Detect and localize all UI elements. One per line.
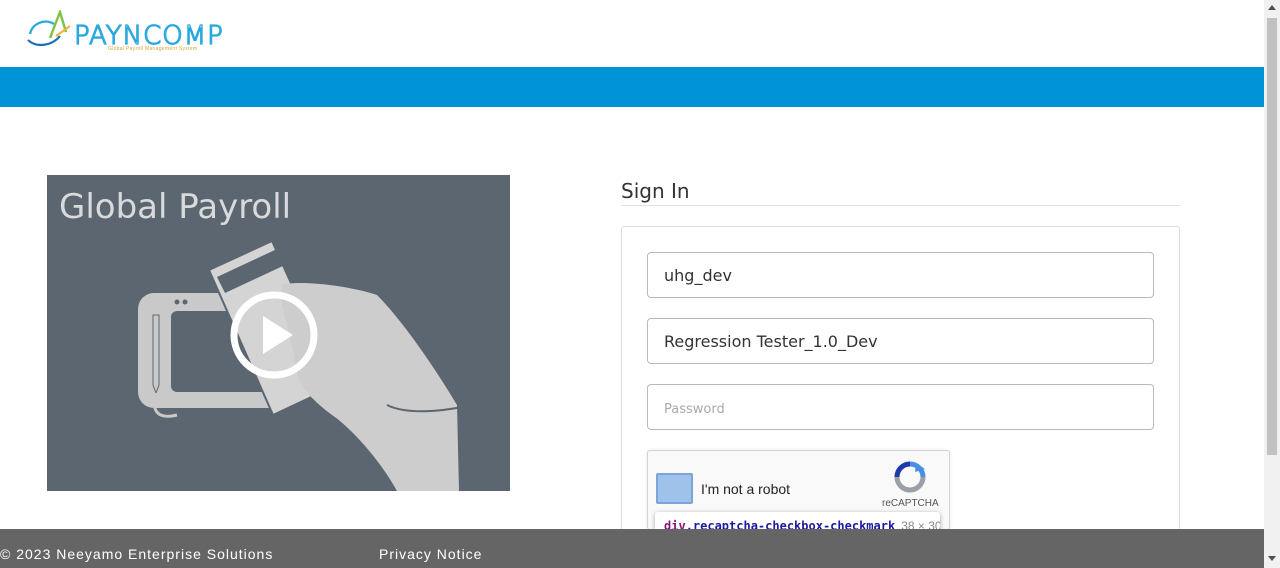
header: PAYNCOMP Global Payroll Management Syste… [0, 0, 1264, 67]
logo-tagline: Global Payroll Management System [108, 46, 198, 52]
scroll-down-arrow-icon[interactable] [1268, 556, 1276, 561]
scrollbar-thumb[interactable] [1267, 18, 1277, 455]
client-code-field[interactable] [647, 252, 1154, 298]
scroll-up-arrow-icon[interactable] [1268, 5, 1276, 10]
top-nav-bar [0, 67, 1264, 107]
intro-video[interactable]: Global Payroll [47, 175, 510, 491]
password-field[interactable] [647, 384, 1154, 430]
signin-heading: Sign In [621, 179, 690, 203]
footer: © 2023 Neeyamo Enterprise Solutions Priv… [0, 529, 1264, 568]
login-page: PAYNCOMP Global Payroll Management Syste… [0, 0, 1264, 568]
video-title: Global Payroll [59, 187, 292, 227]
recaptcha-checkbox[interactable] [656, 473, 693, 504]
username-field[interactable] [647, 318, 1154, 364]
signin-divider [621, 205, 1180, 206]
copyright-text: © 2023 Neeyamo Enterprise Solutions [0, 546, 274, 562]
recaptcha-label: I'm not a robot [701, 481, 791, 497]
recaptcha-brand: reCAPTCHA [882, 498, 939, 509]
recaptcha-logo-icon [894, 461, 926, 493]
page-scrollbar[interactable] [1264, 0, 1280, 568]
privacy-notice-link[interactable]: Privacy Notice [379, 546, 482, 562]
